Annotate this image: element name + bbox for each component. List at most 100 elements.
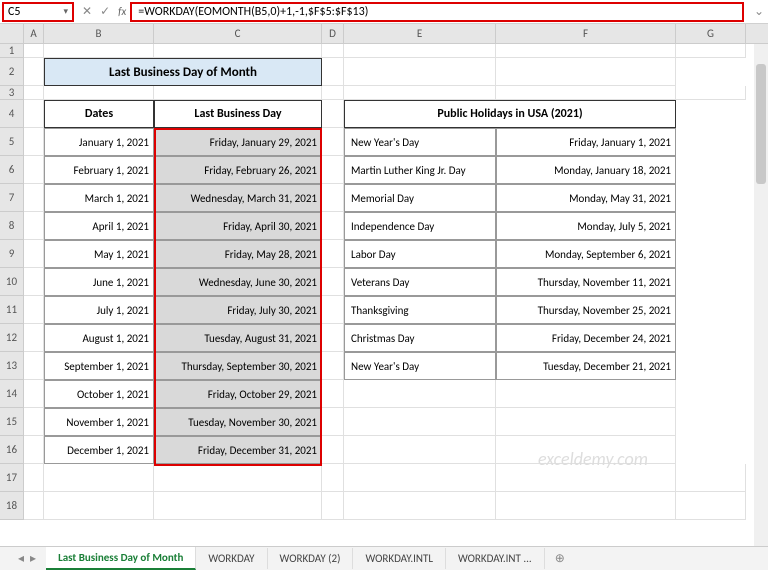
tab-workday-int-more[interactable]: WORKDAY.INT ... — [446, 548, 545, 569]
cell[interactable] — [322, 240, 344, 268]
cell[interactable] — [322, 436, 344, 464]
cell[interactable] — [676, 86, 746, 100]
cell[interactable] — [496, 492, 676, 520]
date-cell[interactable]: February 1, 2021 — [44, 156, 154, 184]
holiday-date-cell[interactable]: Monday, July 5, 2021 — [496, 212, 676, 240]
add-sheet-icon[interactable]: ⊕ — [545, 551, 575, 566]
date-cell[interactable]: September 1, 2021 — [44, 352, 154, 380]
holiday-date-cell[interactable]: Monday, May 31, 2021 — [496, 184, 676, 212]
title-cell[interactable]: Last Business Day of Month — [44, 58, 322, 86]
cell[interactable] — [322, 352, 344, 380]
cell[interactable] — [344, 58, 496, 86]
cell[interactable] — [496, 408, 676, 436]
select-all-corner[interactable] — [0, 24, 24, 43]
lbd-cell[interactable]: Friday, May 28, 2021 — [154, 240, 322, 268]
cell[interactable] — [322, 380, 344, 408]
date-cell[interactable]: May 1, 2021 — [44, 240, 154, 268]
cell[interactable] — [24, 352, 44, 380]
scroll-thumb[interactable] — [756, 64, 766, 184]
cell[interactable] — [344, 408, 496, 436]
row-header[interactable]: 8 — [0, 212, 24, 240]
row-header[interactable]: 3 — [0, 86, 24, 100]
row-header[interactable]: 13 — [0, 352, 24, 380]
holiday-date-cell[interactable]: Friday, January 1, 2021 — [496, 128, 676, 156]
cell[interactable] — [24, 268, 44, 296]
row-header[interactable]: 10 — [0, 268, 24, 296]
cell[interactable] — [322, 324, 344, 352]
fx-icon[interactable]: fx — [118, 5, 130, 18]
holiday-name-cell[interactable]: Thanksgiving — [344, 296, 496, 324]
cell[interactable] — [344, 86, 496, 100]
date-cell[interactable]: March 1, 2021 — [44, 184, 154, 212]
row-header[interactable]: 4 — [0, 100, 24, 128]
holiday-date-cell[interactable]: Monday, January 18, 2021 — [496, 156, 676, 184]
row-header[interactable]: 9 — [0, 240, 24, 268]
cell[interactable] — [24, 492, 44, 520]
header-holidays[interactable]: Public Holidays in USA (2021) — [344, 100, 676, 128]
row-header[interactable]: 5 — [0, 128, 24, 156]
row-header[interactable]: 1 — [0, 44, 24, 58]
holiday-name-cell[interactable]: Labor Day — [344, 240, 496, 268]
spreadsheet-grid[interactable]: exceldemy.com 12Last Business Day of Mon… — [0, 44, 768, 520]
cell[interactable] — [322, 156, 344, 184]
row-header[interactable]: 2 — [0, 58, 24, 86]
tab-workday[interactable]: WORKDAY — [196, 548, 267, 569]
chevron-down-icon[interactable]: ▾ — [63, 6, 68, 17]
cell[interactable] — [496, 380, 676, 408]
enter-icon[interactable]: ✓ — [100, 4, 110, 19]
cell[interactable] — [24, 436, 44, 464]
holiday-name-cell[interactable]: New Year's Day — [344, 128, 496, 156]
cell[interactable] — [344, 436, 496, 464]
holiday-name-cell[interactable]: Veterans Day — [344, 268, 496, 296]
cell[interactable] — [322, 408, 344, 436]
expand-formula-icon[interactable]: ⌄ — [750, 4, 768, 19]
tab-workday-intl[interactable]: WORKDAY.INTL — [353, 548, 446, 569]
row-header[interactable]: 14 — [0, 380, 24, 408]
cell[interactable] — [154, 44, 322, 58]
cell[interactable] — [24, 44, 44, 58]
date-cell[interactable]: July 1, 2021 — [44, 296, 154, 324]
cell[interactable] — [44, 464, 154, 492]
lbd-cell[interactable]: Thursday, September 30, 2021 — [154, 352, 322, 380]
cell[interactable] — [24, 296, 44, 324]
lbd-cell[interactable]: Friday, July 30, 2021 — [154, 296, 322, 324]
formula-input[interactable]: =WORKDAY(EOMONTH(B5,0)+1,-1,$F$5:$F$13) — [130, 2, 744, 22]
lbd-cell[interactable]: Wednesday, March 31, 2021 — [154, 184, 322, 212]
holiday-name-cell[interactable]: New Year's Day — [344, 352, 496, 380]
cell[interactable] — [24, 128, 44, 156]
lbd-cell[interactable]: Friday, January 29, 2021 — [154, 128, 322, 156]
cell[interactable] — [676, 492, 746, 520]
cell[interactable] — [344, 380, 496, 408]
tab-workday-2[interactable]: WORKDAY (2) — [268, 548, 354, 569]
name-box[interactable]: C5 ▾ — [2, 2, 74, 22]
cell[interactable] — [344, 44, 496, 58]
lbd-cell[interactable]: Friday, April 30, 2021 — [154, 212, 322, 240]
cell[interactable] — [322, 100, 344, 128]
cell[interactable] — [24, 380, 44, 408]
cell[interactable] — [44, 44, 154, 58]
holiday-date-cell[interactable]: Monday, September 6, 2021 — [496, 240, 676, 268]
cell[interactable] — [322, 58, 344, 86]
cell[interactable] — [322, 212, 344, 240]
row-header[interactable]: 7 — [0, 184, 24, 212]
cell[interactable] — [322, 464, 344, 492]
date-cell[interactable]: April 1, 2021 — [44, 212, 154, 240]
row-header[interactable]: 11 — [0, 296, 24, 324]
lbd-cell[interactable]: Friday, December 31, 2021 — [154, 436, 322, 464]
date-cell[interactable]: December 1, 2021 — [44, 436, 154, 464]
cell[interactable] — [24, 408, 44, 436]
cell[interactable] — [24, 100, 44, 128]
cell[interactable] — [24, 86, 44, 100]
tab-last-business-day[interactable]: Last Business Day of Month — [46, 547, 196, 570]
holiday-name-cell[interactable]: Martin Luther King Jr. Day — [344, 156, 496, 184]
cell[interactable] — [154, 492, 322, 520]
col-header-f[interactable]: F — [496, 24, 676, 43]
header-lbd[interactable]: Last Business Day — [154, 100, 322, 128]
cell[interactable] — [24, 240, 44, 268]
date-cell[interactable]: January 1, 2021 — [44, 128, 154, 156]
cell[interactable] — [344, 464, 496, 492]
row-header[interactable]: 18 — [0, 492, 24, 520]
cell[interactable] — [24, 184, 44, 212]
cell[interactable] — [344, 492, 496, 520]
cell[interactable] — [154, 86, 322, 100]
